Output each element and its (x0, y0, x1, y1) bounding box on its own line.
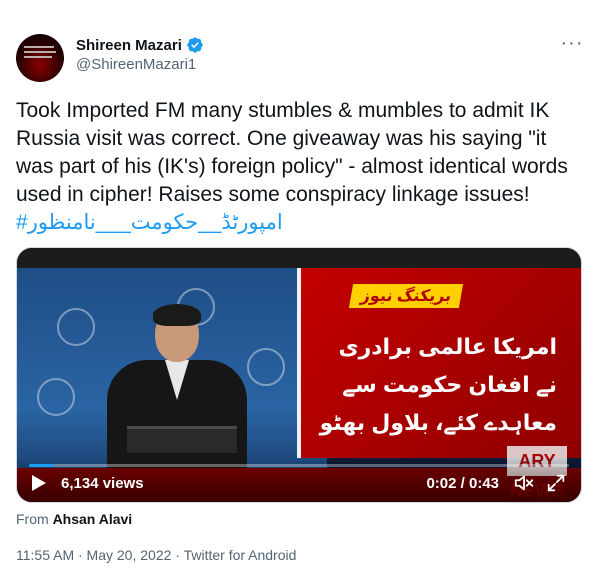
from-label: From (16, 511, 49, 527)
verified-badge-icon (186, 36, 204, 54)
author-handle[interactable]: @ShireenMazari1 (76, 56, 196, 73)
tweet-timestamp[interactable]: 11:55 AM · May 20, 2022 · Twitter for An… (16, 547, 296, 563)
un-emblem-icon (37, 378, 75, 416)
tweet-body: Took Imported FM many stumbles & mumbles… (16, 99, 568, 206)
tweet-text: Took Imported FM many stumbles & mumbles… (16, 97, 588, 237)
podium (127, 426, 237, 453)
headline-line: امریکا عالمی برادری (338, 334, 557, 359)
headline-line: معاہدے کئے، بلاول بھٹو (319, 410, 557, 435)
avatar[interactable] (16, 34, 64, 82)
tweet-card: Shireen Mazari @ShireenMazari1 ··· Took … (0, 0, 602, 581)
view-count: 6,134 views (61, 475, 144, 492)
video-source: From Ahsan Alavi (16, 511, 132, 527)
breaking-news-label: بریکنگ نیوز (348, 284, 464, 308)
author-display-name[interactable]: Shireen Mazari (76, 37, 182, 54)
un-emblem-icon (247, 348, 285, 386)
un-emblem-icon (57, 308, 95, 346)
author-name-row: Shireen Mazari (76, 36, 204, 54)
video-top-strip (17, 248, 581, 268)
progress-fill (29, 464, 55, 467)
hashtag-link[interactable]: #امپورٹڈ__حکومت___نامنظور (16, 211, 283, 234)
progress-bar[interactable] (29, 464, 569, 467)
video-player[interactable]: بریکنگ نیوز امریکا عالمی برادری نے افغان… (16, 247, 582, 503)
headline-line: نے افغان حکومت سے (342, 372, 557, 397)
breaking-news-panel: بریکنگ نیوز امریکا عالمی برادری نے افغان… (297, 268, 581, 458)
mute-icon[interactable] (513, 472, 535, 494)
play-icon[interactable] (31, 474, 47, 492)
more-options-icon[interactable]: ··· (560, 33, 584, 58)
source-author-link[interactable]: Ahsan Alavi (53, 511, 133, 527)
video-time: 0:02 / 0:43 (426, 475, 499, 492)
video-controls: 6,134 views 0:02 / 0:43 (17, 458, 581, 502)
fullscreen-icon[interactable] (545, 472, 567, 494)
